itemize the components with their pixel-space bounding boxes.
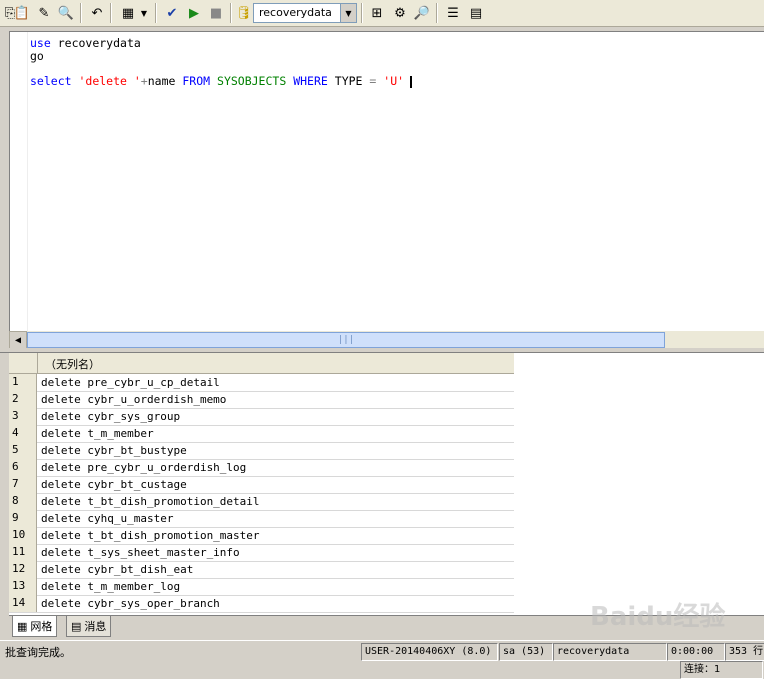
execute-icon[interactable]: ▶ bbox=[184, 3, 204, 23]
row-number[interactable]: 8 bbox=[9, 493, 37, 510]
row-number[interactable]: 12 bbox=[9, 561, 37, 578]
row-number[interactable]: 14 bbox=[9, 595, 37, 612]
edit-icon[interactable]: ✎ bbox=[34, 3, 54, 23]
status-user: sa (53) bbox=[499, 643, 553, 661]
row-number[interactable]: 13 bbox=[9, 578, 37, 595]
table-row[interactable]: 14 delete cybr_sys_oper_branch bbox=[9, 595, 514, 613]
row-number[interactable]: 4 bbox=[9, 425, 37, 442]
table-row[interactable]: 11 delete t_sys_sheet_master_info bbox=[9, 544, 514, 562]
results-pane-icon[interactable]: ▤ bbox=[466, 3, 486, 23]
query-editor[interactable]: use recoverydata go select 'delete '+nam… bbox=[9, 31, 764, 332]
editor-gutter bbox=[10, 32, 28, 332]
table-row[interactable]: 1 delete pre_cybr_u_cp_detail bbox=[9, 374, 514, 392]
grid-icon: ▦ bbox=[17, 619, 28, 633]
table-cell[interactable]: delete cybr_bt_bustype bbox=[41, 442, 187, 459]
results-grid: （无列名） 1 delete pre_cybr_u_cp_detail 2 delet… bbox=[9, 353, 764, 615]
tab-messages[interactable]: ▤ 消息 bbox=[66, 616, 112, 637]
stop-icon[interactable]: ■ bbox=[206, 3, 226, 23]
object-browser-icon[interactable]: ⚙ bbox=[390, 3, 410, 23]
watermark-logo: Baidu经验 bbox=[590, 602, 726, 632]
row-number[interactable]: 11 bbox=[9, 544, 37, 561]
table-cell[interactable]: delete t_m_member bbox=[41, 425, 154, 442]
status-bar: 批查询完成。 USER-20140406XY (8.0) sa (53) rec… bbox=[0, 640, 764, 661]
code-line-3: select 'delete '+name FROM SYSOBJECTS WH… bbox=[30, 74, 413, 88]
undo-icon[interactable]: ↶ bbox=[87, 3, 107, 23]
find-object-icon[interactable]: 🔎 bbox=[412, 3, 432, 23]
status-rows: 353 行 bbox=[725, 643, 764, 661]
database-select-value: recoverydata bbox=[259, 6, 332, 19]
table-cell[interactable]: delete cybr_u_orderdish_memo bbox=[41, 391, 226, 408]
column-header[interactable]: （无列名） bbox=[45, 356, 100, 372]
parse-icon[interactable]: ✔ bbox=[162, 3, 182, 23]
row-number[interactable]: 10 bbox=[9, 527, 37, 544]
find-icon[interactable]: 🔍 bbox=[56, 3, 76, 23]
grid-corner[interactable] bbox=[9, 353, 38, 373]
row-number[interactable]: 2 bbox=[9, 391, 37, 408]
database-select[interactable]: recoverydata ▼ bbox=[253, 3, 357, 23]
table-row[interactable]: 5 delete cybr_bt_bustype bbox=[9, 442, 514, 460]
table-cell[interactable]: delete pre_cybr_u_orderdish_log bbox=[41, 459, 246, 476]
paste-icon[interactable]: 📋 bbox=[12, 3, 32, 23]
row-number[interactable]: 6 bbox=[9, 459, 37, 476]
status-connections: 连接：1 bbox=[680, 661, 763, 679]
row-number[interactable]: 9 bbox=[9, 510, 37, 527]
chevron-down-icon[interactable]: ▼ bbox=[340, 4, 356, 22]
table-cell[interactable]: delete cybr_sys_group bbox=[41, 408, 180, 425]
scrollbar-thumb[interactable]: ||| bbox=[27, 332, 665, 348]
status-database: recoverydata bbox=[553, 643, 667, 661]
table-cell[interactable]: delete cyhq_u_master bbox=[41, 510, 173, 527]
table-row[interactable]: 13 delete t_m_member_log bbox=[9, 578, 514, 596]
show-plan-icon[interactable]: ⊞ bbox=[367, 3, 387, 23]
grid-header: （无列名） bbox=[9, 353, 514, 374]
table-row[interactable]: 10 delete t_bt_dish_promotion_master bbox=[9, 527, 514, 545]
grid-mode-icon[interactable]: ▦ bbox=[118, 3, 138, 23]
status-bar-secondary: 连接：1 bbox=[0, 661, 764, 679]
row-number[interactable]: 1 bbox=[9, 374, 37, 391]
tab-grid-label: 网格 bbox=[30, 620, 53, 633]
table-row[interactable]: 4 delete t_m_member bbox=[9, 425, 514, 443]
table-row[interactable]: 7 delete cybr_bt_custage bbox=[9, 476, 514, 494]
toolbar: ⎘ 📋 ✎ 🔍 ↶ ▦ ▼ ✔ ▶ ■ 🛢 recoverydata ▼ ⊞ ⚙… bbox=[0, 0, 764, 27]
table-row[interactable]: 2 delete cybr_u_orderdish_memo bbox=[9, 391, 514, 409]
tab-messages-label: 消息 bbox=[84, 620, 107, 633]
row-number[interactable]: 7 bbox=[9, 476, 37, 493]
table-cell[interactable]: delete pre_cybr_u_cp_detail bbox=[41, 374, 220, 391]
properties-icon[interactable]: ☰ bbox=[443, 3, 463, 23]
table-row[interactable]: 9 delete cyhq_u_master bbox=[9, 510, 514, 528]
table-cell[interactable]: delete cybr_sys_oper_branch bbox=[41, 595, 220, 612]
code-line-2: go bbox=[30, 49, 44, 63]
table-cell[interactable]: delete t_bt_dish_promotion_detail bbox=[41, 493, 260, 510]
message-icon: ▤ bbox=[71, 619, 82, 633]
tab-grid[interactable]: ▦ 网格 bbox=[12, 616, 58, 637]
table-row[interactable]: 3 delete cybr_sys_group bbox=[9, 408, 514, 426]
status-time: 0:00:00 bbox=[667, 643, 725, 661]
scroll-left-icon[interactable]: ◀ bbox=[9, 331, 27, 349]
table-cell[interactable]: delete t_bt_dish_promotion_master bbox=[41, 527, 260, 544]
editor-horizontal-scrollbar[interactable]: ◀ ||| bbox=[9, 331, 764, 349]
text-caret bbox=[410, 75, 413, 88]
table-row[interactable]: 8 delete t_bt_dish_promotion_detail bbox=[9, 493, 514, 511]
table-cell[interactable]: delete cybr_bt_custage bbox=[41, 476, 187, 493]
row-number[interactable]: 5 bbox=[9, 442, 37, 459]
table-cell[interactable]: delete t_sys_sheet_master_info bbox=[41, 544, 240, 561]
table-cell[interactable]: delete t_m_member_log bbox=[41, 578, 180, 595]
chevron-down-icon[interactable]: ▼ bbox=[138, 3, 150, 23]
table-cell[interactable]: delete cybr_bt_dish_eat bbox=[41, 561, 193, 578]
row-number[interactable]: 3 bbox=[9, 408, 37, 425]
code-line-1: use recoverydata bbox=[30, 36, 141, 50]
table-row[interactable]: 12 delete cybr_bt_dish_eat bbox=[9, 561, 514, 579]
database-icon: 🛢 bbox=[235, 5, 253, 21]
status-message: 批查询完成。 bbox=[5, 646, 71, 659]
table-row[interactable]: 6 delete pre_cybr_u_orderdish_log bbox=[9, 459, 514, 477]
status-server: USER-20140406XY (8.0) bbox=[361, 643, 498, 661]
